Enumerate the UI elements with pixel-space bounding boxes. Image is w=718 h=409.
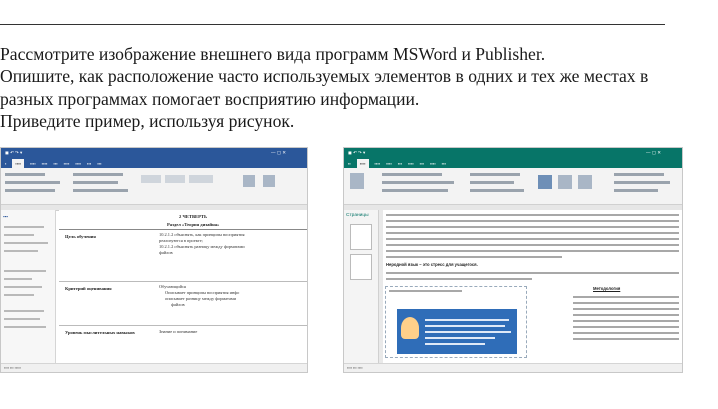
word-title-bar: ◼ ↶ ↷ ▾ — ▢ ✕ <box>1 148 307 159</box>
pages-pane-label: Страницы <box>346 213 369 218</box>
publisher-ribbon[interactable] <box>344 168 682 205</box>
pub-methods-heading: Методология <box>593 286 621 291</box>
publisher-ribbon-tabs[interactable]: ▪▪ ▪▪▪▪ ▪▪▪▪ ▪▪▪▪ ▪▪▪ ▪▪▪▪ ▪▪▪ ▪▪▪▪ ▪▪▪ <box>344 159 682 168</box>
word-ribbon-tabs[interactable]: ▪ ▪▪▪▪ ▪▪▪▪ ▪▪▪▪ ▪▪▪ ▪▪▪▪ ▪▪▪▪ ▪▪▪ ▪▪▪ <box>1 159 307 168</box>
doc-row-label: Критерий оценивания <box>65 286 112 291</box>
publisher-canvas[interactable]: Неродной язык – это стресс для учащегося… <box>379 210 682 364</box>
task-line: Рассмотрите изображение внешнего вида пр… <box>0 44 546 64</box>
doc-heading-section: Раздел «Теория дизайна» <box>167 222 220 227</box>
doc-row-line: файлов <box>171 302 185 307</box>
student-avatar-icon <box>401 317 419 339</box>
top-rule <box>0 24 665 25</box>
task-line: разных программах помогает восприятию ин… <box>0 88 420 109</box>
doc-row-line: файлов <box>159 250 173 255</box>
publisher-screenshot: ◼ ↶ ↷ ▾ — ▢ ✕ ▪▪ ▪▪▪▪ ▪▪▪▪ ▪▪▪▪ ▪▪▪ ▪▪▪▪ ▪▪▪ ▪▪… <box>343 147 683 373</box>
word-document-page[interactable]: 2 ЧЕТВЕРТЬ Раздел «Теория дизайна» Цель … <box>59 210 307 364</box>
doc-row-line: Знание и понимание <box>159 329 198 334</box>
word-ribbon[interactable] <box>1 168 307 205</box>
task-text: Рассмотрите изображение внешнего вида пр… <box>0 43 718 132</box>
publisher-status-bar: ▪▪▪▪ ▪▪▪ ▪▪▪▪ <box>344 363 682 372</box>
doc-heading-quarter: 2 ЧЕТВЕРТЬ <box>179 214 208 219</box>
word-navigation-pane[interactable]: ▪▪▪ <box>1 210 56 364</box>
publisher-title-bar: ◼ ↶ ↷ ▾ — ▢ ✕ <box>344 148 682 159</box>
task-line: Приведите пример, используя рисунок. <box>0 110 295 131</box>
doc-row-label: Цель обучения <box>65 234 96 239</box>
pub-image-block[interactable] <box>397 309 517 354</box>
doc-row-label: Уровень мыслительных навыков <box>65 330 135 335</box>
publisher-pages-pane[interactable]: Страницы <box>344 210 379 364</box>
pub-topic-heading: Неродной язык – это стресс для учащегося… <box>386 262 478 267</box>
word-status-bar: ▪▪▪▪ ▪▪▪ ▪▪▪▪▪ <box>1 363 307 372</box>
page-thumbnail[interactable] <box>350 254 372 280</box>
word-screenshot: ◼ ↶ ↷ ▾ — ▢ ✕ ▪ ▪▪▪▪ ▪▪▪▪ ▪▪▪▪ ▪▪▪ ▪▪▪▪ ▪▪▪▪ ▪▪… <box>0 147 308 373</box>
task-line: Опишите, как расположение часто использу… <box>0 66 649 87</box>
page-thumbnail[interactable] <box>350 224 372 250</box>
